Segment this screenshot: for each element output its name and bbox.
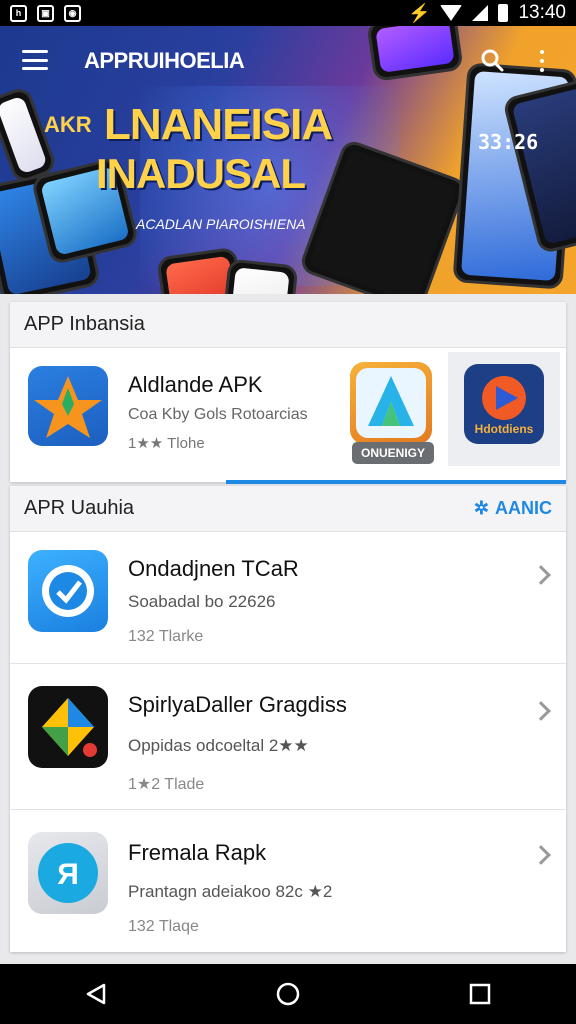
hero-banner: APPRUIHOELIA AKR LNANEISIA INADUSAL ACAD… <box>0 26 576 294</box>
status-time: 13:40 <box>518 2 566 23</box>
signal-icon <box>472 5 489 21</box>
svg-text:Я: Я <box>57 858 79 891</box>
tab-indicator <box>226 480 566 484</box>
rn-logo-icon: Я <box>28 832 108 914</box>
tile2-label: Hdotdiens <box>474 422 534 436</box>
image-notification-icon: ▣ <box>37 4 54 22</box>
list-section-title: APR Uauhia <box>24 497 135 519</box>
play-logo-icon: Hdotdiens <box>464 364 544 444</box>
phone-time-label: 33:26 <box>478 130 539 154</box>
list-item-meta: 132 Tlaqe <box>128 918 199 935</box>
gallery-notification-icon: ◉ <box>64 4 81 22</box>
featured-app-rating: 1★★ Tlohe <box>128 435 205 452</box>
mute-icon: ⚡ <box>408 2 431 23</box>
search-icon[interactable] <box>480 48 504 72</box>
recents-button[interactable] <box>460 974 500 1014</box>
see-all-label: AANIC <box>495 498 552 518</box>
status-bar: h ▣ ◉ ⚡ 13:40 <box>0 0 576 26</box>
hero-headline-1: LNANEISIA <box>104 100 333 149</box>
list-item-subtitle: Oppidas odcoeltal 2★★ <box>128 736 309 755</box>
list-item-subtitle: Prantagn adeiakoo 82c ★2 <box>128 882 333 901</box>
arrow-logo-icon[interactable] <box>350 362 432 444</box>
tile-badge: ONUENIGY <box>352 442 434 464</box>
list-item[interactable]: Я Fremala Rapk Prantagn adeiakoo 82c ★2 … <box>10 810 566 952</box>
hero-tagline: AKR <box>44 112 92 137</box>
puzzle-icon: ✲ <box>473 498 489 518</box>
shield-clock-icon <box>28 550 108 632</box>
chevron-right-icon <box>531 565 551 585</box>
list-section-header: APR Uauhia ✲ AANIC <box>10 486 566 532</box>
hamburger-menu-icon[interactable] <box>22 50 48 70</box>
hero-subline: ACADLAN PIAROISHIENA <box>136 216 306 232</box>
list-item-meta: 1★2 Tlade <box>128 776 205 793</box>
list-item-title: Ondadjnen TCaR <box>128 556 299 581</box>
home-circle-icon <box>276 982 300 1006</box>
recents-square-icon <box>469 983 491 1005</box>
notification-icons: h ▣ ◉ <box>10 4 81 22</box>
featured-app-row[interactable]: Aldlande APK Coa Kby Gols Rotoarcias 1★★… <box>10 348 566 482</box>
featured-section-title: APP Inbansia <box>10 302 566 348</box>
system-nav-bar <box>0 964 576 1024</box>
chevron-right-icon <box>531 701 551 721</box>
more-options-icon[interactable] <box>538 50 546 72</box>
back-button[interactable] <box>76 974 116 1014</box>
notification-icon: h <box>10 4 27 22</box>
diamond-logo-icon <box>28 686 108 768</box>
hero-headline-2: INADUSAL <box>96 150 306 197</box>
app-title: APPRUIHOELIA <box>84 48 245 73</box>
featured-app-subtitle: Coa Kby Gols Rotoarcias <box>128 406 308 423</box>
app-list-section: APR Uauhia ✲ AANIC Ondadjnen TCaR Soabad… <box>10 486 566 952</box>
list-item-title: Fremala Rapk <box>128 840 267 865</box>
phone-illustration <box>366 26 464 82</box>
see-all-button[interactable]: ✲ AANIC <box>474 498 552 519</box>
battery-icon <box>498 4 509 22</box>
chevron-right-icon <box>531 845 551 865</box>
featured-app-title: Aldlande APK <box>128 372 263 397</box>
list-item[interactable]: Ondadjnen TCaR Soabadal bo 22626 132 Tla… <box>10 532 566 664</box>
list-item-title: SpirlyaDaller Gragdiss <box>128 692 347 717</box>
list-item-subtitle: Soabadal bo 22626 <box>128 592 276 611</box>
featured-tile-2[interactable]: Hdotdiens <box>448 352 560 466</box>
back-triangle-icon <box>86 983 106 1005</box>
list-item-meta: 132 Tlarke <box>128 628 204 645</box>
list-item[interactable]: SpirlyaDaller Gragdiss Oppidas odcoeltal… <box>10 664 566 810</box>
star-logo-icon <box>28 366 108 446</box>
wifi-icon <box>440 5 463 21</box>
featured-section: APP Inbansia Aldlande APK Coa Kby Gols R… <box>10 302 566 484</box>
home-button[interactable] <box>268 974 308 1014</box>
